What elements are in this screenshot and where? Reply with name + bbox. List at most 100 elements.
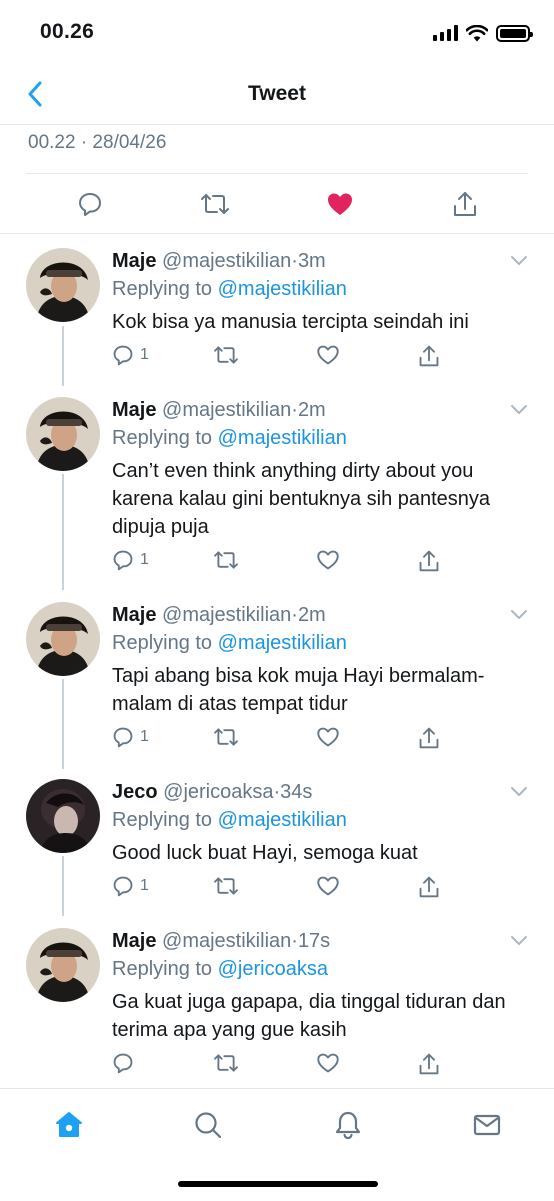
tab-home[interactable] [49,1105,89,1145]
retweet-button[interactable] [213,726,239,748]
like-button[interactable] [316,344,340,366]
comment-icon [113,550,133,571]
retweet-icon [201,194,229,214]
reply-count: 1 [140,346,149,363]
wifi-icon [466,24,488,41]
reply-header: Maje @majestikilian·2m [112,602,326,628]
like-button[interactable] [316,549,340,571]
retweet-button[interactable] [189,178,241,230]
comment-icon [113,345,133,366]
share-button[interactable] [439,178,491,230]
share-icon [419,345,439,367]
mention-link[interactable]: @majestikilian [218,427,347,449]
reply-button[interactable]: 1 [112,875,149,897]
reply-actions: 1 [112,549,532,575]
replying-to-label: Replying to [112,427,213,449]
replying-to: Replying to @majestikilian [112,276,347,302]
comment-icon [113,1053,133,1074]
mention-link[interactable]: @majestikilian [218,278,347,300]
reply-time: 2m [297,604,326,626]
avatar[interactable] [26,248,100,322]
home-indicator [178,1181,378,1187]
replying-to: Replying to @majestikilian [112,630,347,656]
like-button[interactable] [316,875,340,897]
reply-text: Good luck buat Hayi, semoga kuat [112,842,418,864]
heart-icon [317,345,339,365]
reply-time: 3m [297,250,326,272]
like-button[interactable] [316,726,340,748]
status-bar: 00.26 [0,0,554,66]
reply-count: 1 [140,877,149,894]
retweet-icon [214,728,238,746]
avatar[interactable] [26,779,100,853]
display-name[interactable]: Maje [112,250,156,272]
mention-link[interactable]: @majestikilian [218,809,347,831]
user-handle[interactable]: @majestikilian [162,250,291,272]
reply-button[interactable]: 1 [112,726,149,748]
chevron-down-icon [511,610,527,619]
share-button[interactable] [418,1052,440,1076]
avatar[interactable] [26,928,100,1002]
divider [0,233,554,234]
avatar[interactable] [26,602,100,676]
share-button[interactable] [418,875,440,899]
tab-search[interactable] [188,1105,228,1145]
share-button[interactable] [418,549,440,573]
more-options-button[interactable] [510,934,528,952]
reply-actions: 1 [112,875,532,901]
retweet-button[interactable] [213,344,239,366]
battery-icon [496,24,533,42]
heart-icon [317,727,339,747]
reply-button[interactable]: 1 [112,344,149,366]
avatar[interactable] [26,397,100,471]
heart-icon [317,550,339,570]
mention-link[interactable]: @jericoaksa [218,958,328,980]
more-options-button[interactable] [510,608,528,626]
share-icon [419,550,439,572]
retweet-button[interactable] [213,1052,239,1074]
more-options-button[interactable] [510,403,528,421]
reply-time: 2m [297,399,326,421]
more-options-button[interactable] [510,785,528,803]
reply-header: Jeco @jericoaksa·34s [112,779,312,805]
display-name[interactable]: Maje [112,604,156,626]
chevron-down-icon [511,405,527,414]
thread-line [62,679,64,769]
user-handle[interactable]: @majestikilian [162,399,291,421]
display-name[interactable]: Maje [112,399,156,421]
retweet-button[interactable] [213,875,239,897]
thread-line [62,856,64,916]
header: Tweet [0,66,554,125]
user-handle[interactable]: @majestikilian [162,930,291,952]
reply-button[interactable] [64,178,116,230]
tab-notifications[interactable] [328,1105,368,1145]
back-button[interactable] [20,79,50,109]
display-name[interactable]: Jeco [112,781,158,803]
share-button[interactable] [418,726,440,750]
replying-to: Replying to @majestikilian [112,425,347,451]
more-options-button[interactable] [510,254,528,272]
reply-count: 1 [140,728,149,745]
dot-separator: · [291,604,298,626]
reply-button[interactable] [112,1052,140,1074]
like-button[interactable] [314,178,366,230]
retweet-button[interactable] [213,549,239,571]
page-title: Tweet [248,82,306,105]
display-name[interactable]: Maje [112,930,156,952]
reply-actions: 1 [112,726,532,752]
reply-button[interactable]: 1 [112,549,149,571]
reply-header: Maje @majestikilian·3m [112,248,326,274]
mention-link[interactable]: @majestikilian [218,632,347,654]
tab-messages[interactable] [467,1105,507,1145]
dot-separator: · [291,399,298,421]
share-icon [419,1053,439,1075]
reply-actions: 1 [112,344,532,370]
user-handle[interactable]: @majestikilian [162,604,291,626]
share-icon [419,876,439,898]
thread-line [62,326,64,386]
user-handle[interactable]: @jericoaksa [163,781,273,803]
reply-actions [112,1052,532,1078]
like-button[interactable] [316,1052,340,1074]
cellular-signal-icon [433,25,458,41]
share-button[interactable] [418,344,440,368]
